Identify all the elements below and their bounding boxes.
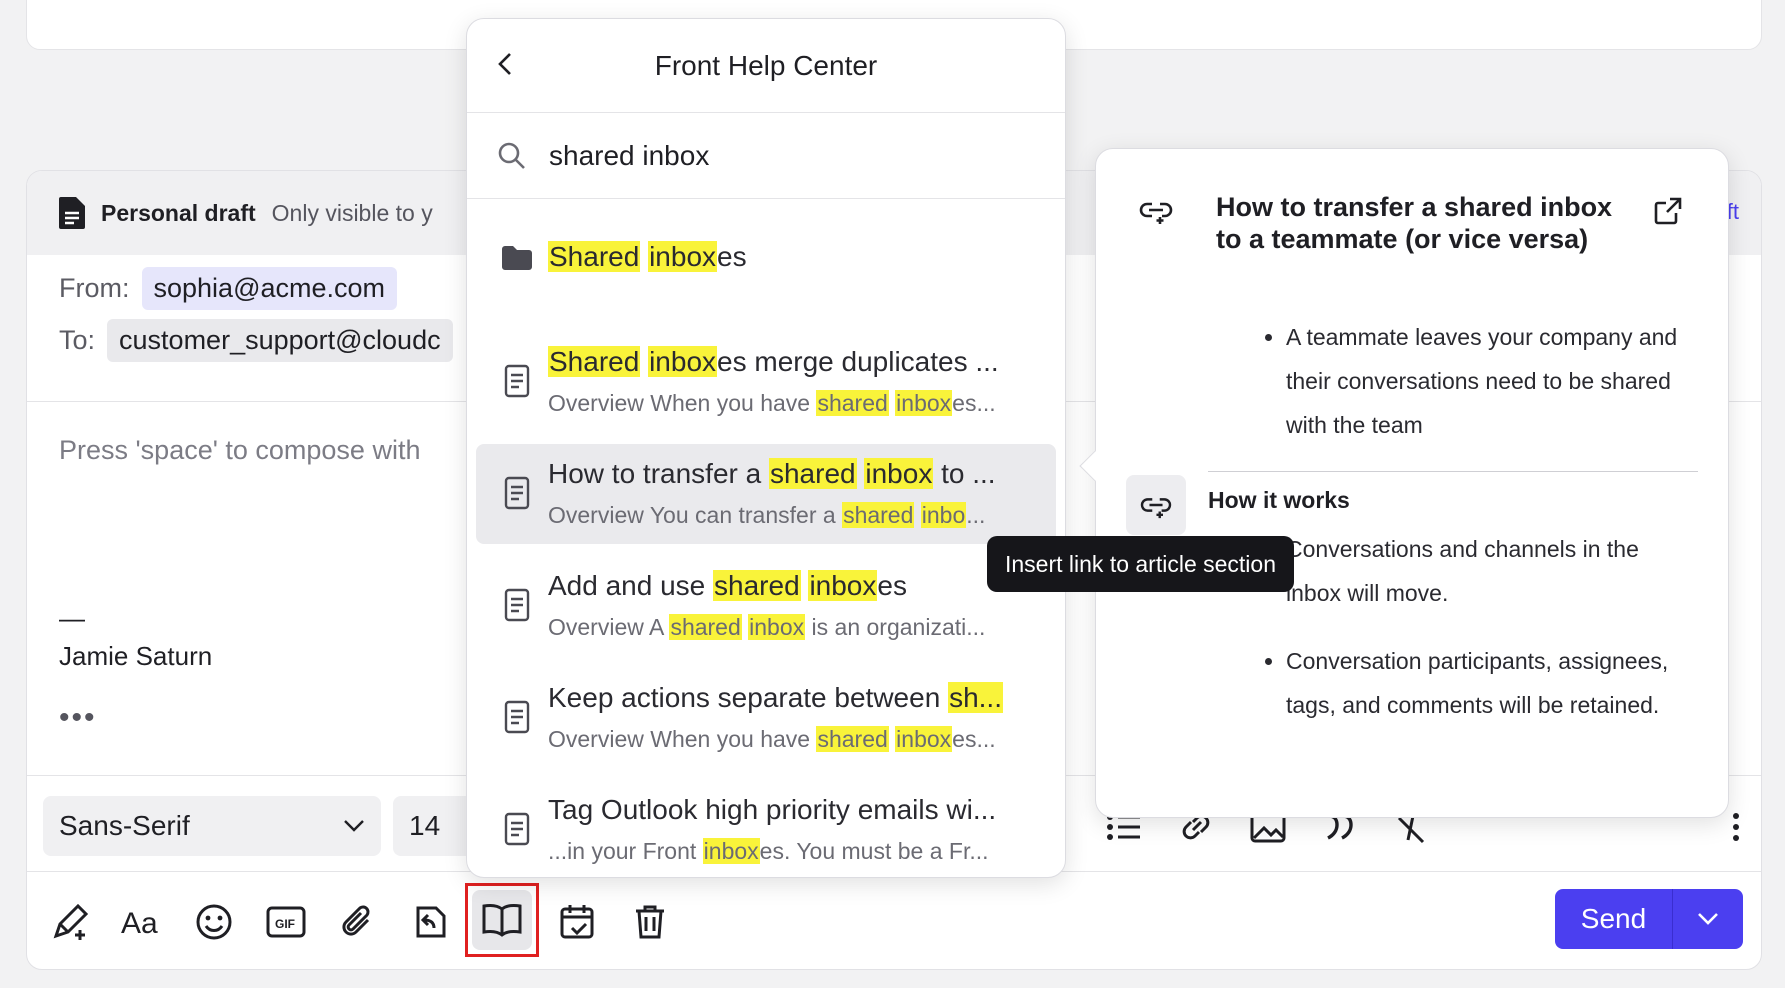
from-row: From: sophia@acme.com <box>59 267 398 310</box>
search-highlight: inbox <box>702 838 760 864</box>
send-options-chevron-icon[interactable] <box>1673 889 1743 949</box>
search-highlight: shared <box>669 614 742 640</box>
result-title: Keep actions separate between sh... <box>548 682 1003 713</box>
result-title: Shared inboxes <box>548 241 747 272</box>
draft-document-icon <box>59 197 85 229</box>
search-input[interactable]: shared inbox <box>549 140 709 172</box>
search-highlight: inbo <box>920 502 967 528</box>
preview-bullet: Conversation participants, assignees, ta… <box>1286 639 1696 727</box>
search-highlight: inbox <box>864 458 934 489</box>
knowledge-base-button[interactable] <box>465 883 539 957</box>
result-article[interactable]: Shared inboxes merge duplicates ... Over… <box>476 332 1056 432</box>
preview-bullet: A teammate leaves your company and their… <box>1286 315 1696 447</box>
font-size-value: 14 <box>409 810 441 841</box>
svg-text:Aa: Aa <box>121 907 158 939</box>
help-center-header: Front Help Center <box>467 19 1065 113</box>
to-row: To: customer_support@cloudc <box>59 319 453 362</box>
result-folder[interactable]: Shared inboxes <box>476 209 1056 309</box>
font-family-select[interactable]: Sans-Serif <box>43 796 381 856</box>
result-snippet: Overview A shared inbox is an organizati… <box>548 614 986 640</box>
article-icon <box>504 812 530 846</box>
help-center-title: Front Help Center <box>654 49 878 81</box>
search-highlight: shared <box>842 502 915 528</box>
search-highlight: shared <box>816 390 889 416</box>
result-title: Shared inboxes merge duplicates ... <box>548 346 999 377</box>
result-snippet: Overview When you have shared inboxes... <box>548 390 996 416</box>
insert-section-link-button[interactable] <box>1126 475 1186 535</box>
section-title: How it works <box>1208 487 1350 513</box>
draft-title: Personal draft <box>101 199 256 226</box>
signature-name: Jamie Saturn <box>59 641 213 671</box>
svg-text:GIF: GIF <box>275 917 295 931</box>
from-chip[interactable]: sophia@acme.com <box>141 267 398 310</box>
show-quoted-button[interactable]: ••• <box>59 701 97 735</box>
search-highlight: inbox <box>648 346 718 377</box>
insert-link-icon[interactable] <box>1138 195 1174 225</box>
search-highlight: shared <box>713 570 801 601</box>
search-highlight: Shared <box>548 241 641 272</box>
preview-bullet: Conversations and channels in the inbox … <box>1286 527 1696 615</box>
action-toolbar: Aa GIF Send <box>27 871 1761 969</box>
insert-link-tooltip: Insert link to article section <box>987 536 1295 592</box>
chevron-down-icon <box>344 820 364 832</box>
article-icon <box>504 364 530 398</box>
search-highlight: inbox <box>808 570 878 601</box>
folder-icon <box>502 246 532 270</box>
send-button[interactable]: Send <box>1555 889 1743 949</box>
gif-icon[interactable]: GIF <box>265 901 307 943</box>
result-title: Tag Outlook high priority emails wi... <box>548 794 997 825</box>
preview-bullets-bottom: Conversations and channels in the inbox … <box>1286 527 1696 751</box>
emoji-icon[interactable] <box>193 901 235 943</box>
search-highlight: inbox <box>748 614 806 640</box>
open-book-icon <box>482 903 522 937</box>
result-article[interactable]: Add and use shared inboxes Overview A sh… <box>476 556 1056 656</box>
font-family-value: Sans-Serif <box>59 810 190 841</box>
schedule-send-icon[interactable] <box>557 901 599 943</box>
signature-pen-icon[interactable] <box>49 901 91 943</box>
help-center-search[interactable]: shared inbox <box>467 113 1065 199</box>
send-label: Send <box>1555 889 1673 949</box>
result-title: Add and use shared inboxes <box>548 570 907 601</box>
result-snippet: ...in your Front inboxes. You must be a … <box>548 838 989 864</box>
search-highlight: shared <box>768 458 857 489</box>
external-link-icon[interactable] <box>1652 195 1684 227</box>
from-label: From: <box>59 273 130 303</box>
article-icon <box>504 700 530 734</box>
compose-placeholder[interactable]: Press 'space' to compose with <box>59 435 420 466</box>
trash-icon[interactable] <box>629 901 671 943</box>
result-article[interactable]: Keep actions separate between sh... Over… <box>476 668 1056 768</box>
preview-bullets-top: A teammate leaves your company and their… <box>1286 315 1696 447</box>
result-snippet: Overview When you have shared inboxes... <box>548 726 996 752</box>
result-article[interactable]: Tag Outlook high priority emails wi... .… <box>476 780 1056 877</box>
result-snippet: Overview You can transfer a shared inbo.… <box>548 502 986 528</box>
section-divider <box>1208 471 1698 472</box>
back-arrow-icon[interactable] <box>491 49 521 79</box>
search-highlight: inbox <box>895 390 953 416</box>
search-highlight: sh... <box>948 682 1003 713</box>
preview-title: How to transfer a shared inbox to a team… <box>1216 192 1613 254</box>
search-highlight: inbox <box>648 241 718 272</box>
article-preview-panel: How to transfer a shared inbox to a team… <box>1079 148 1729 818</box>
search-highlight: shared <box>816 726 889 752</box>
reply-template-icon[interactable] <box>409 901 451 943</box>
signature-dash: — <box>59 603 85 633</box>
attachment-icon[interactable] <box>337 901 379 943</box>
result-article-selected[interactable]: How to transfer a shared inbox to ... Ov… <box>476 444 1056 544</box>
search-highlight: Shared <box>548 346 641 377</box>
article-icon <box>504 588 530 622</box>
result-title: How to transfer a shared inbox to ... <box>548 458 996 489</box>
text-format-icon[interactable]: Aa <box>121 901 163 943</box>
draft-visibility-note: Only visible to y <box>271 199 433 226</box>
to-label: To: <box>59 325 96 355</box>
help-center-popover: Front Help Center shared inbox Shared in… <box>466 18 1066 878</box>
link-plus-icon <box>1140 498 1172 519</box>
article-icon <box>504 476 530 510</box>
search-icon <box>498 142 525 169</box>
to-chip[interactable]: customer_support@cloudc <box>107 319 453 362</box>
search-highlight: inbox <box>895 726 953 752</box>
